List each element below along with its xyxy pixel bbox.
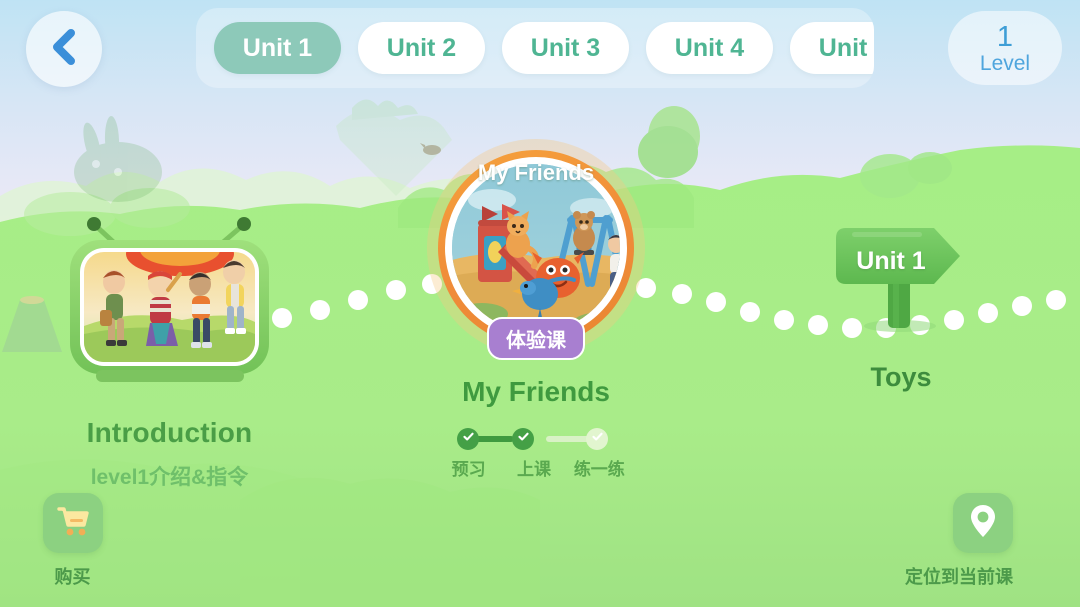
steps-track bbox=[436, 428, 632, 450]
tab-unit-1[interactable]: Unit 1 bbox=[214, 22, 341, 74]
back-button[interactable] bbox=[26, 11, 102, 87]
node-lesson-my-friends[interactable]: My Friends 体验课 My Friends 预习 上课 练一练 bbox=[438, 150, 634, 480]
level-label: Level bbox=[979, 51, 1031, 75]
tab-unit-3[interactable]: Unit 3 bbox=[502, 22, 629, 74]
introduction-subtitle: level1介绍&指令 bbox=[90, 466, 249, 489]
locate-tile[interactable] bbox=[953, 493, 1013, 553]
signpost-unit-label: Unit 1 bbox=[856, 247, 926, 275]
step-label-preview: 预习 bbox=[451, 460, 486, 479]
trial-lesson-badge: 体验课 bbox=[487, 317, 585, 360]
unit-tabs-row: Unit 1 Unit 2 Unit 3 Unit 4 Unit 5 bbox=[196, 8, 874, 88]
unit-tabs-scroller[interactable]: Unit 1 Unit 2 Unit 3 Unit 4 Unit 5 bbox=[196, 8, 874, 88]
step-labels: 预习 上课 练一练 bbox=[436, 455, 632, 480]
buy-label: 购买 bbox=[54, 567, 91, 587]
locate-button[interactable]: 定位到当前课 bbox=[905, 493, 1037, 589]
check-icon bbox=[462, 430, 475, 448]
app-header: Unit 1 Unit 2 Unit 3 Unit 4 Unit 5 1 Lev… bbox=[0, 0, 1080, 96]
lesson-cover[interactable]: My Friends 体验课 bbox=[438, 150, 634, 360]
step-label-class: 上课 bbox=[516, 460, 551, 479]
toys-name: Toys bbox=[870, 362, 932, 392]
check-icon bbox=[517, 430, 530, 448]
tab-unit-5[interactable]: Unit 5 bbox=[790, 22, 874, 74]
level-number: 1 bbox=[996, 20, 1014, 53]
shopping-cart-icon bbox=[56, 505, 90, 542]
locate-label: 定位到当前课 bbox=[905, 567, 1013, 587]
lesson-name: My Friends bbox=[462, 376, 610, 407]
step-dot-practice[interactable] bbox=[586, 428, 608, 450]
node-introduction[interactable]: Introduction level1介绍&指令 bbox=[62, 214, 277, 491]
lesson-progress-steps: 预习 上课 练一练 bbox=[436, 428, 632, 480]
map-pin-icon bbox=[968, 503, 998, 544]
signpost-icon[interactable]: Unit 1 bbox=[830, 222, 972, 340]
step-connector-2 bbox=[546, 436, 590, 442]
step-dot-preview[interactable] bbox=[457, 428, 479, 450]
check-icon bbox=[591, 430, 604, 448]
lesson-cover-title: My Friends bbox=[477, 160, 595, 185]
step-dot-class[interactable] bbox=[512, 428, 534, 450]
introduction-title: Introduction bbox=[86, 417, 253, 448]
chevron-left-icon bbox=[47, 28, 81, 71]
tv-icon[interactable] bbox=[62, 214, 277, 388]
buy-button[interactable]: 购买 bbox=[43, 493, 103, 589]
step-label-practice: 练一练 bbox=[573, 460, 625, 479]
buy-tile[interactable] bbox=[43, 493, 103, 553]
level-badge[interactable]: 1 Level bbox=[948, 11, 1062, 85]
tab-unit-4[interactable]: Unit 4 bbox=[646, 22, 773, 74]
node-toys[interactable]: Unit 1 Toys bbox=[830, 222, 972, 393]
tab-unit-2[interactable]: Unit 2 bbox=[358, 22, 485, 74]
